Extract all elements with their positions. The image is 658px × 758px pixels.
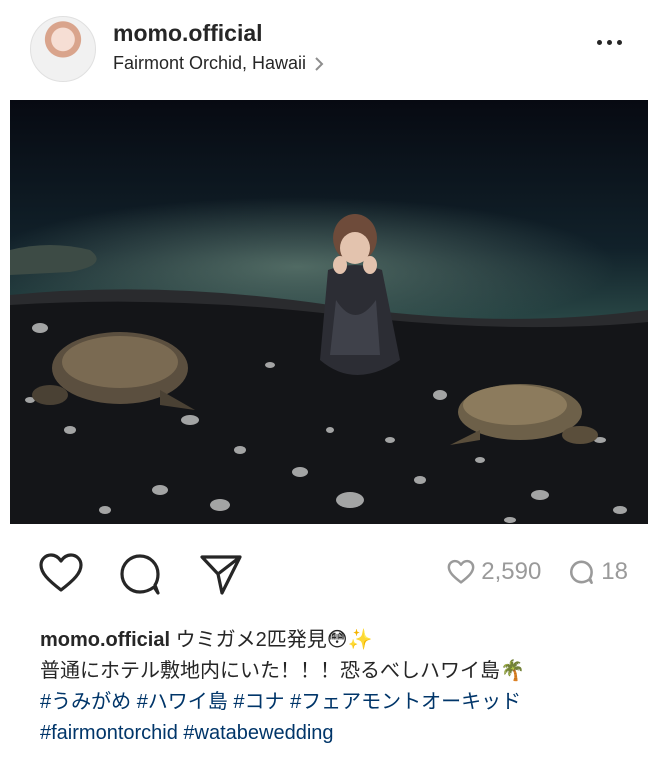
location-label: Fairmont Orchid, Hawaii [113,53,307,73]
caption-line-2: 普通にホテル敷地内にいた！！！恐るべしハワイ島🌴 [40,660,525,682]
post-photo[interactable] [10,100,648,524]
comments-value: 18 [601,558,628,585]
username[interactable]: momo.official [113,20,263,47]
post-caption: momo.official ウミガメ2匹発見😳✨ 普通にホテル敷地内にいた！！！… [40,625,640,749]
caption-username[interactable]: momo.official [40,629,170,651]
hashtag[interactable]: #フェアモントオーキッド [290,691,521,713]
comment-icon [570,560,594,585]
likes-value: 2,590 [481,558,542,585]
action-bar: 2,590 18 [0,540,658,610]
more-icon[interactable] [597,40,622,45]
comment-icon[interactable] [118,552,164,596]
hashtag[interactable]: #うみがめ [40,691,131,713]
post-header: momo.official Fairmont Orchid, Hawaii [0,0,658,100]
hashtag[interactable]: #コナ [233,691,284,713]
caption-text-1: ウミガメ2匹発見😳✨ [175,629,373,651]
heart-icon [447,559,475,584]
hashtag-line-2: #fairmontorchid #watabewedding [40,718,640,749]
hashtag[interactable]: #ハワイ島 [137,691,228,713]
likes-count[interactable]: 2,590 [447,558,541,586]
heart-icon[interactable] [38,552,84,594]
hashtag-line-1: #うみがめ #ハワイ島 #コナ #フェアモントオーキッド [40,687,640,718]
hashtag[interactable]: #fairmontorchid [40,722,178,744]
share-icon[interactable] [198,552,244,596]
chevron-right-icon [315,56,324,71]
hashtag[interactable]: #watabewedding [183,722,333,744]
caption-line-1: momo.official ウミガメ2匹発見😳✨ [40,625,640,656]
avatar[interactable] [30,16,96,82]
location-link[interactable]: Fairmont Orchid, Hawaii [113,53,324,74]
post-stats: 2,590 18 [447,558,628,586]
comments-count[interactable]: 18 [569,558,628,586]
